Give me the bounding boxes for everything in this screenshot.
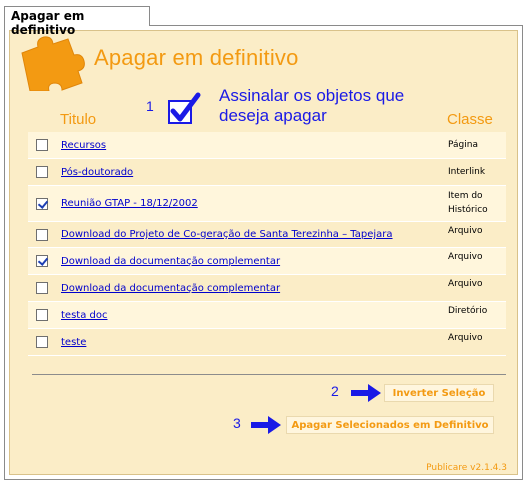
item-checkbox[interactable] [36, 166, 48, 178]
item-class: Item do Histórico [448, 191, 488, 215]
item-link[interactable]: teste [61, 337, 86, 348]
list-item: Download da documentação complementar Ar… [28, 275, 506, 302]
list-item: Download da documentação complementar Ar… [28, 248, 506, 275]
item-checkbox[interactable] [36, 282, 48, 294]
invert-selection-button[interactable]: Inverter Seleção [384, 384, 494, 402]
item-checkbox[interactable] [36, 309, 48, 321]
item-class: Arquivo [448, 279, 483, 289]
item-checkbox[interactable] [36, 228, 48, 241]
item-link[interactable]: Download do Projeto de Co-geração de San… [61, 229, 393, 240]
list-item: Recursos Página [28, 132, 506, 159]
item-checkbox[interactable] [36, 336, 48, 348]
list-item: Download do Projeto de Co-geração de San… [28, 222, 506, 248]
arrow-right-icon [251, 416, 281, 434]
item-class: Página [448, 140, 478, 150]
item-class: Arquivo [448, 333, 483, 343]
checkbox-checked-icon [168, 92, 201, 124]
item-class: Arquivo [448, 226, 483, 236]
item-class: Arquivo [448, 252, 483, 262]
items-list: Recursos Página Pós-doutorado Interlink … [28, 132, 506, 356]
item-link[interactable]: Reunião GTAP - 18/12/2002 [61, 198, 198, 209]
item-checkbox[interactable] [36, 197, 48, 210]
step-3-number: 3 [233, 415, 241, 431]
list-item: testa doc Diretório [28, 302, 506, 329]
item-link[interactable]: Download da documentação complementar [61, 283, 280, 294]
item-link[interactable]: testa doc [61, 310, 107, 321]
item-link[interactable]: Recursos [61, 140, 106, 151]
main-panel: Apagar em definitivo 1 Assinalar os obje… [9, 30, 518, 475]
column-header-title: Titulo [60, 111, 97, 128]
item-link[interactable]: Pós-doutorado [61, 167, 133, 178]
item-link[interactable]: Download da documentação complementar [61, 256, 280, 267]
instruction-text: Assinalar os objetos que deseja apagar [219, 86, 405, 125]
list-item: teste Arquivo [28, 329, 506, 356]
item-class: Diretório [448, 306, 488, 316]
item-checkbox[interactable] [36, 255, 48, 267]
arrow-right-icon [351, 384, 381, 402]
item-class: Interlink [448, 167, 486, 177]
delete-selected-button[interactable]: Apagar Selecionados em Definitivo [286, 416, 494, 434]
puzzle-icon [21, 36, 85, 91]
list-item: Pós-doutorado Interlink [28, 159, 506, 186]
tab-apagar-em-definitivo[interactable]: Apagar em definitivo [4, 6, 150, 37]
version-label: Publicare v2.1.4.3 [426, 463, 507, 473]
divider [32, 374, 506, 375]
column-header-class: Classe [447, 111, 493, 128]
step-1-number: 1 [146, 98, 154, 114]
list-item: Reunião GTAP - 18/12/2002 Item do Histór… [28, 186, 506, 222]
page-title: Apagar em definitivo [94, 45, 299, 70]
item-checkbox[interactable] [36, 139, 48, 151]
step-2-number: 2 [331, 383, 339, 399]
content-frame: Apagar em definitivo 1 Assinalar os obje… [4, 25, 523, 480]
